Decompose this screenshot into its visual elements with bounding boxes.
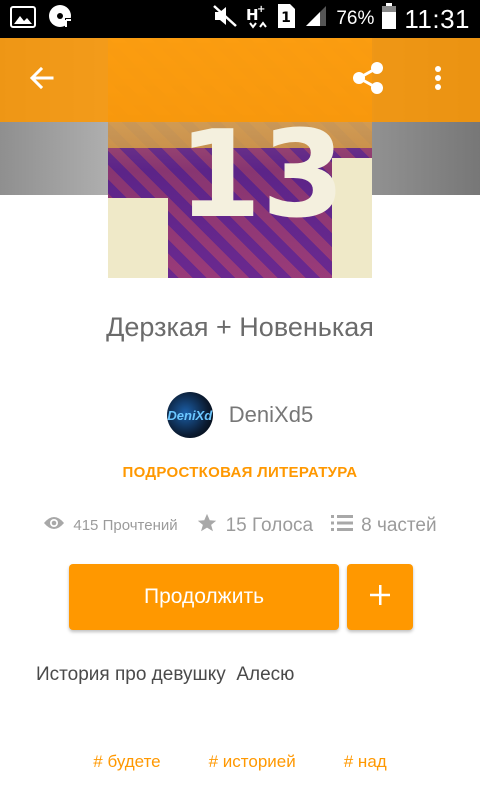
tag-list: # будете # историей # над xyxy=(0,752,480,772)
avatar[interactable]: DeniXd xyxy=(166,392,213,438)
story-stats: 415 Прочтений 15 Голоса 8 частей xyxy=(0,512,480,539)
more-vert-icon xyxy=(434,65,442,96)
status-bar: H + 1 76% 11:31 xyxy=(0,0,480,38)
svg-text:+: + xyxy=(257,4,265,15)
votes-count: 15 Голоса xyxy=(225,514,314,536)
author-row[interactable]: DeniXd DeniXd5 xyxy=(0,392,480,438)
story-title: Дерзкая + Новенькая xyxy=(106,312,374,342)
sim-1-icon: 1 xyxy=(276,3,296,35)
muted-icon xyxy=(212,4,238,34)
music-disc-icon xyxy=(48,4,74,35)
tag-item[interactable]: # историей xyxy=(209,752,296,772)
toolbar xyxy=(0,38,480,122)
share-button[interactable] xyxy=(340,52,396,108)
cover-number: 13 xyxy=(178,106,345,245)
continue-reading-button[interactable]: Продолжить xyxy=(69,564,339,630)
image-icon xyxy=(10,5,36,33)
star-icon xyxy=(196,512,218,539)
reads-count: 415 Прочтений xyxy=(73,517,178,534)
votes-stat: 15 Голоса xyxy=(196,512,314,539)
share-icon xyxy=(349,59,387,102)
parts-stat: 8 частей xyxy=(331,514,437,537)
parts-count: 8 частей xyxy=(361,514,437,536)
plus-icon xyxy=(369,584,391,611)
arrow-back-icon xyxy=(28,64,56,97)
category-link[interactable]: ПОДРОСТКОВАЯ ЛИТЕРАТУРА xyxy=(0,464,480,481)
signal-bars-icon xyxy=(304,4,328,34)
battery-icon xyxy=(382,3,397,35)
avatar-text: DeniXd xyxy=(167,407,213,423)
back-button[interactable] xyxy=(14,52,70,108)
battery-percent: 76% xyxy=(336,8,375,29)
story-description: История про девушку Алесю xyxy=(36,664,295,685)
eye-icon xyxy=(43,515,65,536)
continue-label: Продолжить xyxy=(143,585,265,608)
reads-stat: 415 Прочтений xyxy=(43,515,178,536)
hplus-signal-icon: H + xyxy=(246,3,268,35)
more-options-button[interactable] xyxy=(410,52,466,108)
clock: 11:31 xyxy=(404,3,470,34)
author-name[interactable]: DeniXd5 xyxy=(229,402,313,428)
action-buttons: Продолжить xyxy=(69,564,413,630)
svg-text:1: 1 xyxy=(281,10,291,26)
list-icon xyxy=(331,514,354,537)
tag-item[interactable]: # будете xyxy=(93,752,160,772)
tag-item[interactable]: # над xyxy=(344,752,387,772)
add-to-library-button[interactable] xyxy=(347,564,413,630)
